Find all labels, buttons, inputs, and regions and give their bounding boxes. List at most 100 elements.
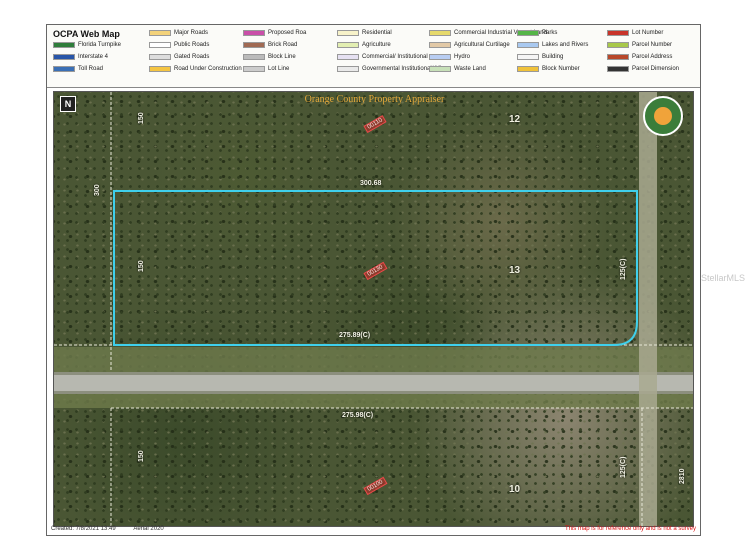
legend-swatch-icon	[243, 66, 265, 72]
legend-label: Commercial/ Institutional	[362, 54, 428, 60]
legend-item-agricultural-curtilage: Agricultural Curtilage	[429, 42, 510, 48]
legend-label: Waste Land	[454, 66, 486, 72]
legend-item-parcel-dimension: Parcel Dimension	[607, 66, 679, 72]
legend-swatch-icon	[517, 42, 539, 48]
legend-item-lot-line: Lot Line	[243, 66, 289, 72]
legend-item-proposed-roa: Proposed Roa	[243, 30, 306, 36]
legend-label: Road Under Construction	[174, 66, 242, 72]
legend-swatch-icon	[607, 54, 629, 60]
legend-swatch-icon	[429, 30, 451, 36]
legend-swatch-icon	[517, 30, 539, 36]
dim-side-300: 300	[94, 184, 101, 196]
legend-label: Toll Road	[78, 66, 104, 72]
legend-label: Parcel Number	[632, 42, 673, 48]
legend-title: OCPA Web Map	[53, 29, 120, 39]
legend-label: Interstate 4	[78, 54, 109, 60]
legend-label: Lot Number	[632, 30, 664, 36]
watermark: StellarMLS	[700, 273, 745, 283]
legend-swatch-icon	[429, 42, 451, 48]
legend-item-brick-road: Brick Road	[243, 42, 297, 48]
legend-item-block-number: Block Number	[517, 66, 580, 72]
legend-swatch-icon	[243, 30, 265, 36]
dim-top: 300.68	[360, 180, 382, 187]
legend-label: Residential	[362, 30, 392, 36]
legend-label: Lakes and Rivers	[542, 42, 589, 48]
disclaimer: This map is for reference only and is no…	[564, 526, 696, 532]
dim-lower-top: 275.98(C)	[342, 412, 374, 419]
legend-item-toll-road: Toll Road	[53, 66, 103, 72]
legend-item-interstate-4: Interstate 4	[53, 54, 108, 60]
legend-label: Building	[542, 54, 564, 60]
legend-swatch-icon	[607, 42, 629, 48]
created-stamp: Created: 7/8/2021 13:49	[51, 526, 116, 532]
legend-swatch-icon	[243, 42, 265, 48]
legend-swatch-icon	[517, 54, 539, 60]
legend-label: Florida Turnpike	[78, 42, 122, 48]
north-arrow-icon: N	[60, 96, 76, 112]
parcel-lines	[54, 92, 693, 526]
legend-label: Lot Line	[268, 66, 290, 72]
legend-swatch-icon	[337, 42, 359, 48]
legend-item-waste-land: Waste Land	[429, 66, 486, 72]
legend-swatch-icon	[337, 54, 359, 60]
legend-item-gated-roads: Gated Roads	[149, 54, 209, 60]
legend-item-residential: Residential	[337, 30, 392, 36]
legend-swatch-icon	[337, 66, 359, 72]
legend-label: Block Line	[268, 54, 296, 60]
legend-item-lakes-and-rivers: Lakes and Rivers	[517, 42, 588, 48]
dim-upper-left: 150	[138, 112, 145, 124]
legend-item-major-roads: Major Roads	[149, 30, 208, 36]
dim-right: 125(C)	[620, 258, 627, 280]
legend-swatch-icon	[607, 66, 629, 72]
legend-swatch-icon	[243, 54, 265, 60]
legend-item-parcel-address: Parcel Address	[607, 54, 672, 60]
legend-swatch-icon	[149, 42, 171, 48]
legend-item-hydro: Hydro	[429, 54, 470, 60]
legend-swatch-icon	[517, 66, 539, 72]
legend-item-agriculture: Agriculture	[337, 42, 391, 48]
legend-item-block-line: Block Line	[243, 54, 296, 60]
legend-item-public-roads: Public Roads	[149, 42, 209, 48]
legend-swatch-icon	[53, 54, 75, 60]
legend-label: Public Roads	[174, 42, 210, 48]
legend-swatch-icon	[149, 30, 171, 36]
map-footer: Created: 7/8/2021 13:49 Aerial 2020 This…	[51, 526, 696, 532]
ocpa-seal-icon	[643, 96, 683, 136]
legend-label: Agriculture	[362, 42, 391, 48]
legend-label: Proposed Roa	[268, 30, 307, 36]
legend-swatch-icon	[149, 54, 171, 60]
legend-item-lot-number: Lot Number	[607, 30, 663, 36]
dim-left: 150	[138, 260, 145, 272]
map-legend: OCPA Web Map Florida Turnpike Major Roads…	[47, 25, 700, 88]
aerial-map[interactable]: Orange County Property Appraiser N 12 13…	[53, 91, 694, 527]
legend-swatch-icon	[53, 42, 75, 48]
legend-swatch-icon	[429, 54, 451, 60]
legend-swatch-icon	[337, 30, 359, 36]
legend-item-parks: Parks	[517, 30, 557, 36]
legend-label: Parks	[542, 30, 558, 36]
map-frame: OCPA Web Map Florida Turnpike Major Roads…	[46, 24, 701, 536]
legend-label: Brick Road	[268, 42, 298, 48]
lot-number-13: 13	[509, 265, 521, 276]
dim-far-right: 2810	[679, 468, 686, 484]
lot-number-12: 12	[509, 114, 521, 125]
legend-swatch-icon	[149, 66, 171, 72]
legend-swatch-icon	[53, 66, 75, 72]
legend-item-florida-turnpike: Florida Turnpike	[53, 42, 121, 48]
map-title: Orange County Property Appraiser	[304, 94, 445, 105]
legend-label: Block Number	[542, 66, 580, 72]
dim-bottom: 275.89(C)	[339, 332, 371, 339]
legend-item-building: Building	[517, 54, 563, 60]
legend-label: Agricultural Curtilage	[454, 42, 510, 48]
aerial-year: Aerial 2020	[133, 526, 164, 532]
dim-lower-right: 125(C)	[620, 456, 627, 478]
legend-label: Parcel Dimension	[632, 66, 680, 72]
lot-number-10: 10	[509, 484, 521, 495]
legend-label: Major Roads	[174, 30, 209, 36]
legend-item-commercial-institutional: Commercial/ Institutional	[337, 54, 428, 60]
legend-label: Parcel Address	[632, 54, 673, 60]
legend-swatch-icon	[607, 30, 629, 36]
legend-label: Hydro	[454, 54, 471, 60]
legend-item-parcel-number: Parcel Number	[607, 42, 672, 48]
legend-label: Gated Roads	[174, 54, 210, 60]
